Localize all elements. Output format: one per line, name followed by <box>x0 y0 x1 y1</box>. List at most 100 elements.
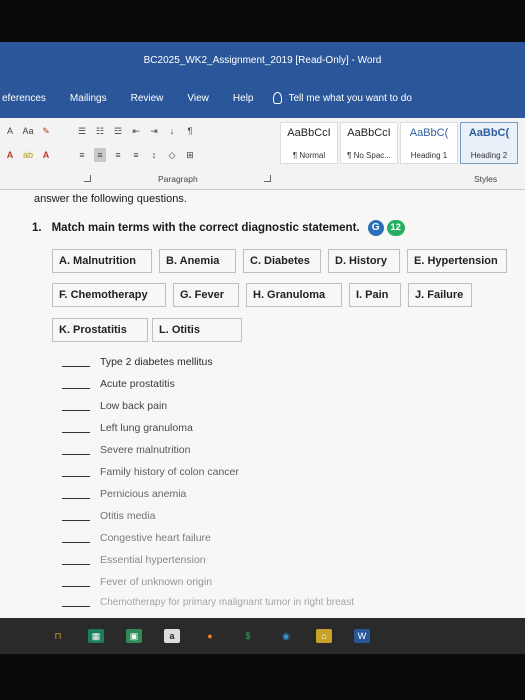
answer-row[interactable]: Essential hypertension <box>62 550 206 570</box>
answer-blank[interactable] <box>62 401 90 411</box>
answer-blank[interactable] <box>62 379 90 389</box>
style-sample: AaBbCcI <box>287 127 331 139</box>
text-effects-icon[interactable]: A <box>4 148 16 162</box>
answer-row[interactable]: Chemotherapy for primary malignant tumor… <box>62 592 354 612</box>
term-box: F. Chemotherapy <box>52 283 166 307</box>
term-box: B. Anemia <box>159 249 236 273</box>
firefox-icon[interactable]: ● <box>202 629 218 643</box>
answer-row[interactable]: Type 2 diabetes mellitus <box>62 352 213 372</box>
answer-blank[interactable] <box>62 555 90 565</box>
tell-me-box[interactable]: Tell me what you want to do <box>273 92 412 104</box>
style-name: ¶ Normal <box>292 151 326 160</box>
term-box: E. Hypertension <box>407 249 507 273</box>
answer-row[interactable]: Pernicious anemia <box>62 484 186 504</box>
intro-text: answer the following questions. <box>34 193 187 205</box>
statement-text: Family history of colon cancer <box>100 466 239 478</box>
answer-blank[interactable] <box>62 467 90 477</box>
multilevel-list-icon[interactable]: ☲ <box>112 124 124 138</box>
answer-row[interactable]: Family history of colon cancer <box>62 462 239 482</box>
style-sample: AaBbC( <box>468 127 510 139</box>
clear-format-icon[interactable]: ✎ <box>40 124 52 138</box>
font-size-up-icon[interactable]: A <box>4 124 16 138</box>
tab-help[interactable]: Help <box>221 93 266 104</box>
lightbulb-icon <box>273 92 283 104</box>
style-name: ¶ No Spac... <box>347 151 391 160</box>
increase-indent-icon[interactable]: ⇥ <box>148 124 160 138</box>
style-heading-2[interactable]: AaBbC( Heading 2 <box>460 122 518 164</box>
lock-icon[interactable]: ⊓ <box>50 629 66 643</box>
statement-text: Low back pain <box>100 400 168 412</box>
grammarly-icon[interactable]: G <box>367 220 384 236</box>
paragraph-dialog-launcher-icon[interactable] <box>264 175 271 182</box>
font-color-icon[interactable]: A <box>40 148 52 162</box>
answer-blank[interactable] <box>62 577 90 587</box>
numbering-icon[interactable]: ☷ <box>94 124 106 138</box>
answer-row[interactable]: Acute prostatitis <box>62 374 175 394</box>
ribbon-tabs: eferences Mailings Review View Help Tell… <box>0 78 525 118</box>
styles-gallery: AaBbCcI ¶ Normal AaBbCcI ¶ No Spac... Aa… <box>280 122 525 166</box>
calendar-icon[interactable]: ▦ <box>88 629 104 643</box>
justify-icon[interactable]: ≡ <box>130 148 142 162</box>
grammarly-count-badge[interactable]: 12 <box>386 220 405 236</box>
style-name: Heading 1 <box>410 151 448 160</box>
statement-text: Type 2 diabetes mellitus <box>100 356 213 368</box>
tab-references[interactable]: eferences <box>0 93 58 104</box>
paragraph-group-label: Paragraph <box>158 174 198 184</box>
answer-blank[interactable] <box>62 489 90 499</box>
title-bar: BC2025_WK2_Assignment_2019 [Read-Only] -… <box>0 42 525 78</box>
tab-mailings[interactable]: Mailings <box>58 93 119 104</box>
term-box: L. Otitis <box>152 318 242 342</box>
answer-row[interactable]: Otitis media <box>62 506 155 526</box>
style-sample: AaBbCcI <box>347 127 391 139</box>
align-center-icon[interactable]: ≡ <box>94 148 106 162</box>
question-number: 1. <box>32 222 42 234</box>
statement-text: Acute prostatitis <box>100 378 175 390</box>
pilcrow-icon[interactable]: ¶ <box>184 124 196 138</box>
tab-review[interactable]: Review <box>119 93 176 104</box>
font-size-label[interactable]: Aa <box>22 124 34 138</box>
tab-view[interactable]: View <box>175 93 221 104</box>
style-heading-1[interactable]: AaBbC( Heading 1 <box>400 122 458 164</box>
answer-blank[interactable] <box>62 445 90 455</box>
align-left-icon[interactable]: ≡ <box>76 148 88 162</box>
term-box: I. Pain <box>349 283 401 307</box>
style-normal[interactable]: AaBbCcI ¶ Normal <box>280 122 338 164</box>
store-icon[interactable]: ⌂ <box>316 629 332 643</box>
statement-text: Chemotherapy for primary malignant tumor… <box>100 596 354 608</box>
gamepad-icon[interactable]: ◉ <box>278 629 294 643</box>
bullets-icon[interactable]: ☰ <box>76 124 88 138</box>
decrease-indent-icon[interactable]: ⇤ <box>130 124 142 138</box>
dollar-icon[interactable]: $ <box>240 629 256 643</box>
question-text: Match main terms with the correct diagno… <box>51 222 360 234</box>
borders-icon[interactable]: ⊞ <box>184 148 196 162</box>
answer-row[interactable]: Severe malnutrition <box>62 440 190 460</box>
answer-blank[interactable] <box>62 357 90 367</box>
answer-blank[interactable] <box>62 533 90 543</box>
answer-blank[interactable] <box>62 597 90 607</box>
statement-text: Left lung granuloma <box>100 422 193 434</box>
highlight-icon[interactable]: ab <box>22 148 34 162</box>
tell-me-text: Tell me what you want to do <box>288 92 412 104</box>
answer-blank[interactable] <box>62 511 90 521</box>
answer-row[interactable]: Left lung granuloma <box>62 418 193 438</box>
style-name: Heading 2 <box>470 151 508 160</box>
sort-icon[interactable]: ↓ <box>166 124 178 138</box>
answer-row[interactable]: Congestive heart failure <box>62 528 211 548</box>
answer-row[interactable]: Fever of unknown origin <box>62 572 212 592</box>
font-dialog-launcher-icon[interactable] <box>84 175 91 182</box>
term-box: H. Granuloma <box>246 283 342 307</box>
term-box: D. History <box>328 249 400 273</box>
document-page[interactable]: answer the following questions. 1. Match… <box>0 190 525 618</box>
term-box: C. Diabetes <box>243 249 321 273</box>
term-box: G. Fever <box>173 283 239 307</box>
app-icon[interactable]: a <box>164 629 180 643</box>
answer-row[interactable]: Low back pain <box>62 396 167 416</box>
answer-blank[interactable] <box>62 423 90 433</box>
shading-icon[interactable]: ◇ <box>166 148 178 162</box>
align-right-icon[interactable]: ≡ <box>112 148 124 162</box>
style-no-spacing[interactable]: AaBbCcI ¶ No Spac... <box>340 122 398 164</box>
line-spacing-icon[interactable]: ↕ <box>148 148 160 162</box>
statement-text: Congestive heart failure <box>100 532 211 544</box>
word-icon[interactable]: W <box>354 629 370 643</box>
photos-icon[interactable]: ▣ <box>126 629 142 643</box>
